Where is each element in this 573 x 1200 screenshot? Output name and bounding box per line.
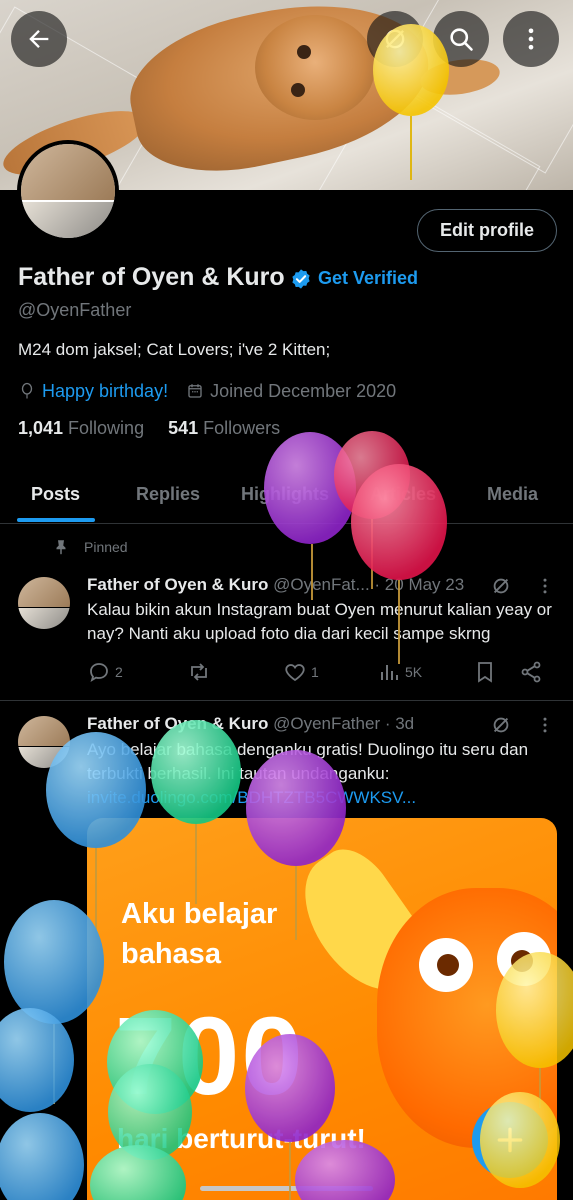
- post-avatar-top: [18, 577, 70, 607]
- reply-icon: [90, 663, 108, 682]
- search-button[interactable]: [433, 11, 489, 67]
- grok-icon[interactable]: [490, 575, 512, 597]
- birthday-link[interactable]: Happy birthday!: [42, 381, 168, 402]
- profile-name: Father of Oyen & Kuro: [18, 263, 285, 291]
- repost-button[interactable]: [187, 660, 215, 684]
- tab-highlights[interactable]: Highlights: [241, 466, 329, 522]
- profile-tabs: Posts Replies Highlights Articles Media: [0, 466, 573, 524]
- post-avatar-bottom: [18, 747, 70, 768]
- bookmark-icon: [478, 662, 492, 683]
- active-tab-indicator: [17, 518, 95, 522]
- pin-icon: [56, 540, 66, 555]
- profile-handle: @OyenFather: [18, 300, 132, 320]
- profile-bio: M24 dom jaksel; Cat Lovers; i've 2 Kitte…: [18, 340, 331, 359]
- repost-icon: [191, 663, 207, 681]
- post-text: Kalau bikin akun Instagram buat Oyen men…: [87, 600, 552, 643]
- post-avatar[interactable]: [18, 716, 70, 768]
- like-button[interactable]: 1: [283, 660, 319, 684]
- tab-media[interactable]: Media: [487, 466, 538, 522]
- followers-count[interactable]: 541: [168, 418, 198, 439]
- balloon-blue: [0, 1008, 74, 1112]
- following-label[interactable]: Following: [68, 418, 144, 439]
- share-icon: [521, 661, 541, 683]
- compose-post-button[interactable]: [472, 1102, 548, 1178]
- grok-icon[interactable]: [490, 714, 512, 736]
- post-divider: [0, 700, 573, 701]
- owl-eye: [497, 932, 551, 986]
- views-icon: [381, 665, 398, 680]
- cat-eye: [291, 83, 305, 97]
- post-avatar-top: [18, 716, 70, 746]
- cat-head: [255, 15, 375, 120]
- cat-eye: [297, 45, 311, 59]
- post-avatar[interactable]: [18, 577, 70, 629]
- tab-articles[interactable]: Articles: [370, 466, 436, 522]
- tab-posts[interactable]: Posts: [31, 466, 80, 522]
- followers-label[interactable]: Followers: [203, 418, 280, 439]
- card-line-2: bahasa: [121, 938, 221, 970]
- post-actions: 2 1 5K: [87, 660, 547, 686]
- share-button[interactable]: [519, 660, 547, 684]
- streak-number: 700: [115, 995, 305, 1118]
- post-text: Ayo belajar bahasa denganku gratis! Duol…: [87, 738, 557, 810]
- tab-replies[interactable]: Replies: [136, 466, 200, 522]
- balloon-icon: [21, 382, 33, 399]
- owl-eye: [419, 938, 473, 992]
- bookmark-button[interactable]: [473, 660, 501, 684]
- owl-pupil: [437, 954, 459, 976]
- post-body: Ayo belajar bahasa denganku gratis! Duol…: [87, 740, 529, 783]
- more-vertical-icon[interactable]: [535, 576, 555, 596]
- balloon-blue: [0, 1113, 84, 1200]
- grok-button[interactable]: [367, 11, 423, 67]
- edit-profile-button[interactable]: Edit profile: [417, 209, 557, 252]
- owl-pupil: [511, 950, 533, 972]
- joined-date: Joined December 2020: [210, 380, 397, 401]
- profile-meta: Happy birthday! Joined December 2020: [18, 378, 396, 404]
- post-author-name[interactable]: Father of Oyen & Kuro: [87, 575, 268, 594]
- following-count[interactable]: 1,041: [18, 418, 63, 439]
- invite-link[interactable]: invite.duolingo.com/BDHTZTB5CWWKSV...: [87, 788, 416, 807]
- post-avatar-bottom: [18, 608, 70, 629]
- back-button[interactable]: [11, 11, 67, 67]
- pinned-indicator: Pinned: [52, 538, 128, 556]
- card-line-3: hari berturut-turut!: [117, 1123, 366, 1154]
- search-icon: [450, 28, 473, 51]
- more-vertical-icon: [528, 28, 534, 50]
- heart-icon: [285, 664, 305, 682]
- verified-badge-icon[interactable]: [290, 268, 312, 290]
- post-header: Father of Oyen & Kuro @OyenFather · 3d: [87, 714, 487, 734]
- reply-count: 2: [115, 664, 123, 680]
- home-indicator[interactable]: [200, 1186, 373, 1191]
- avatar-image: [21, 144, 115, 238]
- get-verified-link[interactable]: Get Verified: [318, 268, 418, 289]
- like-count: 1: [311, 664, 319, 680]
- post-header: Father of Oyen & Kuro @OyenFat... · 20 M…: [87, 575, 487, 595]
- post-handle-time: @OyenFather · 3d: [268, 714, 415, 733]
- pinned-label: Pinned: [84, 539, 128, 555]
- follow-stats: 1,041 Following 541 Followers: [18, 418, 304, 439]
- more-button[interactable]: [503, 11, 559, 67]
- grok-icon: [385, 29, 405, 49]
- post-handle-time: @OyenFat... · 20 May 23: [268, 575, 465, 594]
- views-count: 5K: [405, 664, 423, 680]
- card-line-1: Aku belajar: [121, 898, 278, 930]
- plus-icon: [497, 1127, 523, 1153]
- post-author-name[interactable]: Father of Oyen & Kuro: [87, 714, 268, 733]
- avatar-photo-kuro: [21, 202, 115, 238]
- more-vertical-icon[interactable]: [535, 715, 555, 735]
- arrow-left-icon: [29, 30, 49, 48]
- avatar-photo-oyen: [21, 144, 115, 200]
- profile-avatar[interactable]: [17, 140, 119, 242]
- views-button[interactable]: 5K: [377, 660, 422, 684]
- calendar-icon: [188, 384, 202, 398]
- reply-button[interactable]: 2: [87, 660, 123, 684]
